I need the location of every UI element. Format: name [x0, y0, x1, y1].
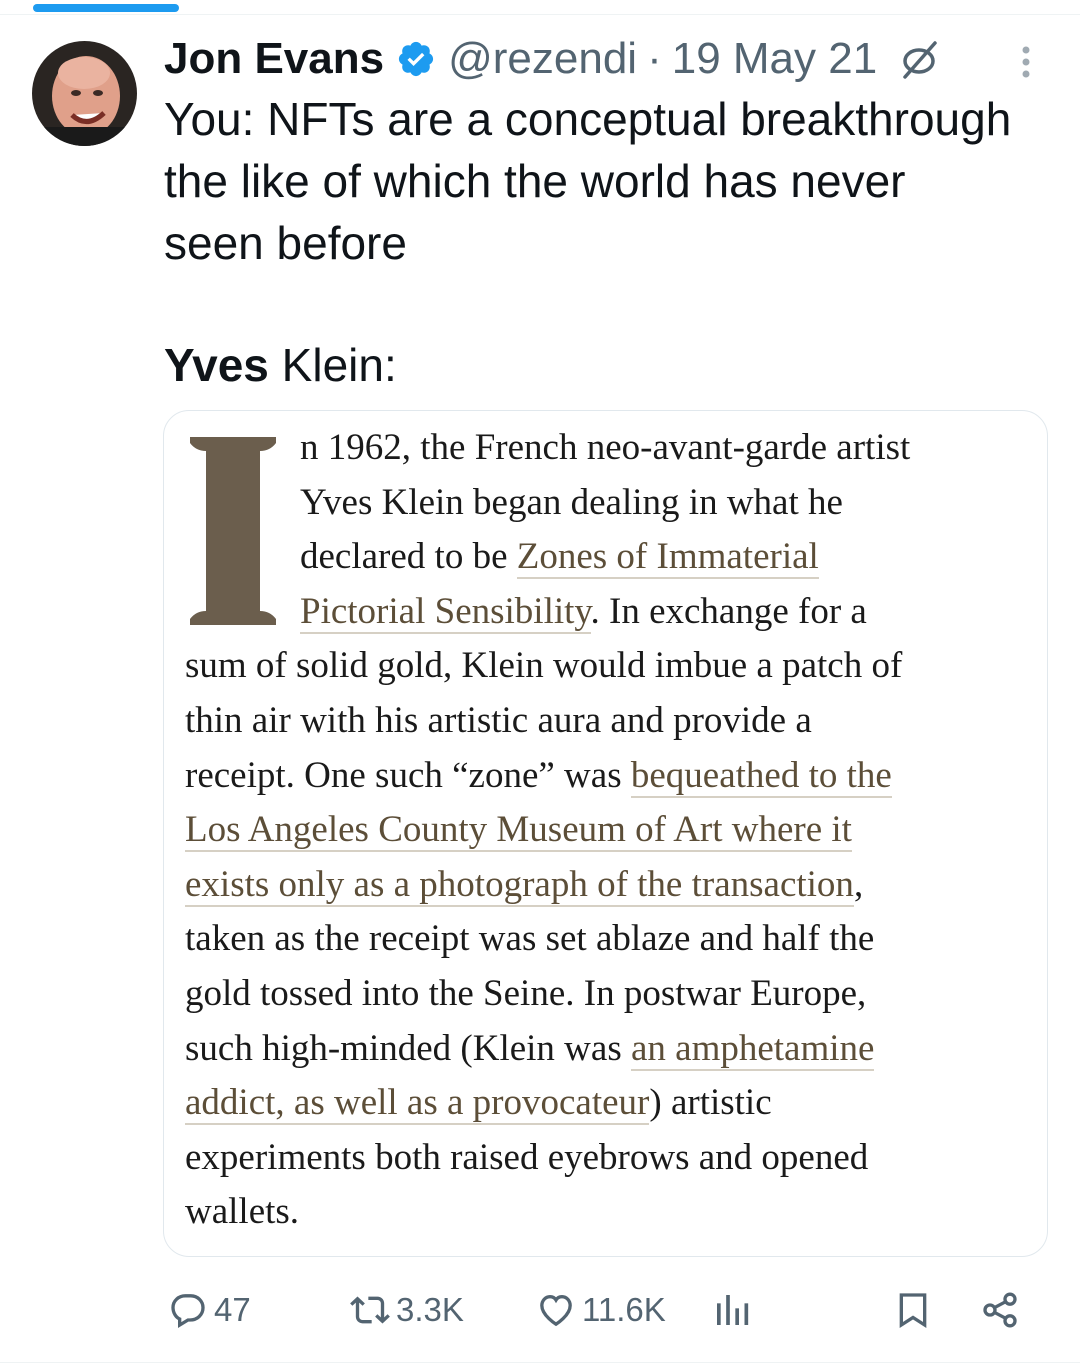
edit-disabled-icon	[897, 37, 941, 81]
article-line: addict, as well as a provocateur) artist…	[185, 1076, 772, 1130]
verified-badge-icon	[396, 39, 436, 79]
author-name[interactable]: Jon Evans	[164, 34, 384, 84]
avatar[interactable]	[32, 41, 137, 146]
retweet-icon	[350, 1296, 390, 1324]
tweet-text: You: NFTs are a conceptual breakthrough …	[164, 88, 1064, 274]
tweet-actions-bar: 47 3.3K 11.6K	[0, 1272, 1080, 1348]
article-link: Zones of Immaterial	[516, 536, 819, 580]
media-image-card[interactable]: n 1962, the French neo-avant-garde artis…	[163, 410, 1048, 1257]
active-tab-indicator	[33, 4, 179, 12]
article-text: such high-minded (Klein was	[185, 1027, 631, 1069]
article-line: experiments both raised eyebrows and ope…	[185, 1131, 868, 1185]
views-button[interactable]	[712, 1288, 752, 1332]
article-text: ) artistic	[649, 1082, 772, 1124]
like-button[interactable]: 11.6K	[536, 1288, 666, 1332]
article-link: bequeathed to the	[630, 754, 892, 798]
separator-dot: ·	[647, 34, 662, 83]
article-screenshot: n 1962, the French neo-avant-garde artis…	[164, 411, 1047, 1256]
tweet-text-line: the like of which the world has never	[164, 155, 906, 207]
top-tab-bar	[0, 0, 1080, 15]
like-count: 11.6K	[582, 1291, 666, 1328]
article-text: wallets.	[185, 1191, 300, 1233]
tweet-text-line: You: NFTs are a conceptual breakthrough	[164, 93, 1012, 145]
tweet-text-second-paragraph: Yves Klein:	[164, 336, 397, 394]
article-line: thin air with his artistic aura and prov…	[185, 694, 812, 748]
article-text: experiments both raised eyebrows and ope…	[185, 1136, 869, 1178]
reply-button[interactable]: 47	[168, 1288, 251, 1332]
tweet-text-rest: Klein:	[268, 339, 397, 391]
tweet-header: Jon Evans @rezendi · 19 May 21	[164, 30, 941, 88]
author-handle[interactable]: @rezendi	[448, 34, 637, 84]
article-text: gold tossed into the Seine. In postwar E…	[185, 973, 867, 1014]
bookmark-button[interactable]	[893, 1288, 933, 1332]
bookmark-icon	[899, 1293, 927, 1329]
article-line: exists only as a photograph of the trans…	[185, 858, 863, 912]
tweet-text-line: seen before	[164, 217, 407, 269]
reply-count: 47	[214, 1291, 251, 1328]
article-text: Yves Klein began dealing in what he	[300, 481, 843, 523]
article-link: exists only as a photograph of the trans…	[185, 863, 854, 907]
article-link: addict, as well as a provocateur	[185, 1082, 650, 1126]
article-line: sum of solid gold, Klein would imbue a p…	[185, 639, 902, 693]
article-line: Los Angeles County Museum of Art where i…	[185, 803, 852, 857]
article-line: Yves Klein began dealing in what he	[300, 476, 843, 530]
article-line: wallets.	[185, 1185, 299, 1239]
retweet-button[interactable]: 3.3K	[350, 1288, 464, 1332]
article-text: taken as the receipt was set ablaze and …	[185, 918, 875, 960]
article-link: Los Angeles County Museum of Art where i…	[185, 809, 852, 853]
views-icon	[717, 1295, 749, 1325]
heart-icon	[540, 1294, 572, 1327]
avatar-image	[32, 41, 137, 146]
article-text: n 1962, the French neo-avant-garde artis…	[300, 427, 911, 468]
share-button[interactable]	[980, 1288, 1020, 1332]
share-icon	[983, 1292, 1017, 1328]
article-line: such high-minded (Klein was an amphetami…	[185, 1022, 875, 1076]
article-text: receipt. One such “zone” was	[185, 754, 631, 796]
article-line: n 1962, the French neo-avant-garde artis…	[300, 421, 910, 475]
dropcap-letter	[190, 437, 276, 625]
tweet-date[interactable]: 19 May 21	[672, 34, 877, 84]
article-text: declared to be	[300, 536, 517, 578]
more-vertical-icon[interactable]	[1010, 40, 1042, 84]
article-text: sum of solid gold, Klein would imbue a p…	[185, 645, 903, 687]
article-link: Pictorial Sensibility	[300, 590, 591, 634]
article-line: receipt. One such “zone” was bequeathed …	[185, 749, 892, 803]
article-line: declared to be Zones of Immaterial	[300, 530, 819, 584]
article-link: an amphetamine	[630, 1027, 875, 1071]
retweet-count: 3.3K	[396, 1291, 464, 1328]
divider	[0, 1362, 1080, 1363]
article-text: ,	[853, 863, 864, 905]
reply-icon	[171, 1294, 205, 1328]
article-line: Pictorial Sensibility. In exchange for a	[300, 585, 867, 639]
tweet-text-bold: Yves	[164, 339, 269, 391]
article-text: . In exchange for a	[590, 590, 867, 632]
article-text: thin air with his artistic aura and prov…	[185, 700, 812, 741]
article-line: gold tossed into the Seine. In postwar E…	[185, 967, 866, 1021]
article-line: taken as the receipt was set ablaze and …	[185, 912, 874, 966]
